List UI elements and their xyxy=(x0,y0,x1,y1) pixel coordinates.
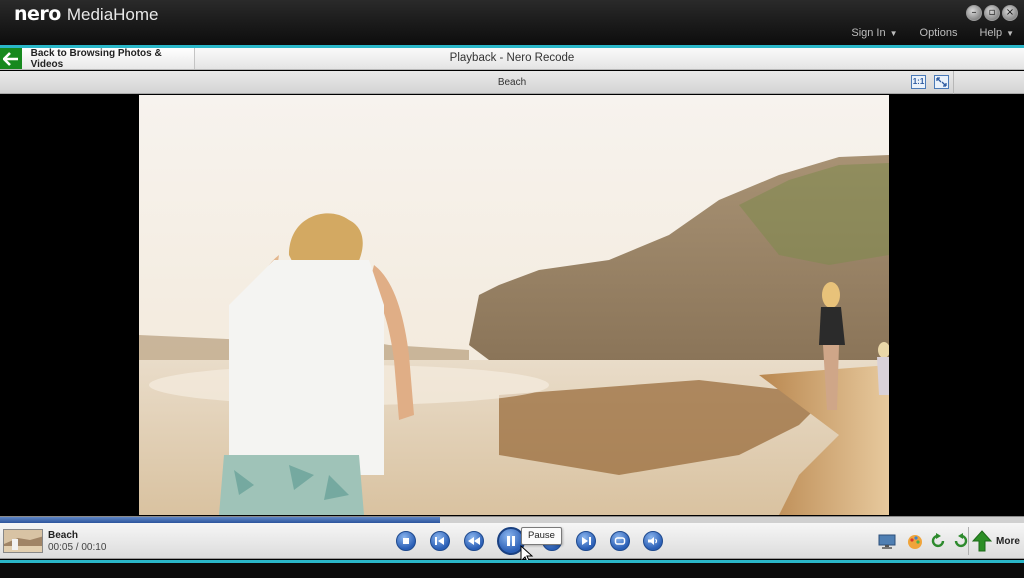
video-player[interactable] xyxy=(139,95,889,515)
stop-icon[interactable] xyxy=(396,531,416,551)
pause-tooltip: Pause xyxy=(521,527,562,545)
app-window: nero MediaHome – ▫ × Sign In ▼ Options H… xyxy=(0,0,1024,578)
back-arrow-icon xyxy=(0,48,22,69)
more-button[interactable]: More xyxy=(996,536,1020,547)
app-name: MediaHome xyxy=(66,5,159,24)
minimize-icon[interactable]: – xyxy=(966,5,982,21)
next-icon[interactable] xyxy=(576,531,596,551)
toolbar-divider xyxy=(968,527,969,555)
close-icon[interactable]: × xyxy=(1002,5,1018,21)
video-frame xyxy=(139,95,889,515)
previous-icon[interactable] xyxy=(430,531,450,551)
toolbar-divider xyxy=(953,71,954,94)
brand-name: nero xyxy=(14,3,61,25)
paint-icon[interactable] xyxy=(906,532,924,550)
repeat-icon[interactable] xyxy=(610,531,630,551)
seek-bar[interactable] xyxy=(0,516,1024,523)
media-title: Beach xyxy=(497,77,527,88)
toddler-figure xyxy=(877,342,889,395)
menu-label: Options xyxy=(919,27,958,39)
back-button-label: Back to Browsing Photos & Videos xyxy=(30,47,162,70)
rewind-icon[interactable] xyxy=(464,531,484,551)
rotate-left-icon[interactable] xyxy=(930,532,948,550)
menu-label: Help xyxy=(979,27,1003,39)
nav-bar: Back to Browsing Photos & Videos Playbac… xyxy=(0,48,1024,70)
playback-time: 00:05 / 00:10 xyxy=(48,542,107,553)
display-icon[interactable] xyxy=(878,532,896,550)
caret-down-icon: ▼ xyxy=(889,28,898,38)
back-button[interactable]: Back to Browsing Photos & Videos xyxy=(0,47,195,70)
more-arrow-icon[interactable] xyxy=(971,530,993,552)
window-controls: – ▫ × xyxy=(966,5,1018,21)
menu-help[interactable]: Help ▼ xyxy=(979,27,1014,39)
app-logo: nero MediaHome xyxy=(14,3,159,25)
restore-icon[interactable]: ▫ xyxy=(984,5,1000,21)
menu-options[interactable]: Options xyxy=(920,27,958,39)
rotate-right-icon[interactable] xyxy=(951,532,969,550)
caret-down-icon: ▼ xyxy=(1006,28,1014,38)
media-thumbnail xyxy=(3,529,43,553)
actual-size-icon[interactable]: 1:1 xyxy=(911,75,926,89)
menu-sign-in[interactable]: Sign In ▼ xyxy=(851,27,897,39)
media-title-bar: Beach 1:1 xyxy=(0,71,1024,94)
now-playing-title: Beach xyxy=(48,530,79,541)
title-bar: nero MediaHome – ▫ × Sign In ▼ Options H… xyxy=(0,0,1024,46)
volume-icon[interactable] xyxy=(643,531,663,551)
playback-control-bar: Beach 00:05 / 00:10 More xyxy=(0,523,1024,559)
window-bottom-edge xyxy=(0,563,1024,578)
fit-to-window-icon[interactable] xyxy=(934,75,949,89)
top-menu: Sign In ▼ Options Help ▼ xyxy=(851,27,1014,39)
menu-label: Sign In xyxy=(851,27,886,39)
